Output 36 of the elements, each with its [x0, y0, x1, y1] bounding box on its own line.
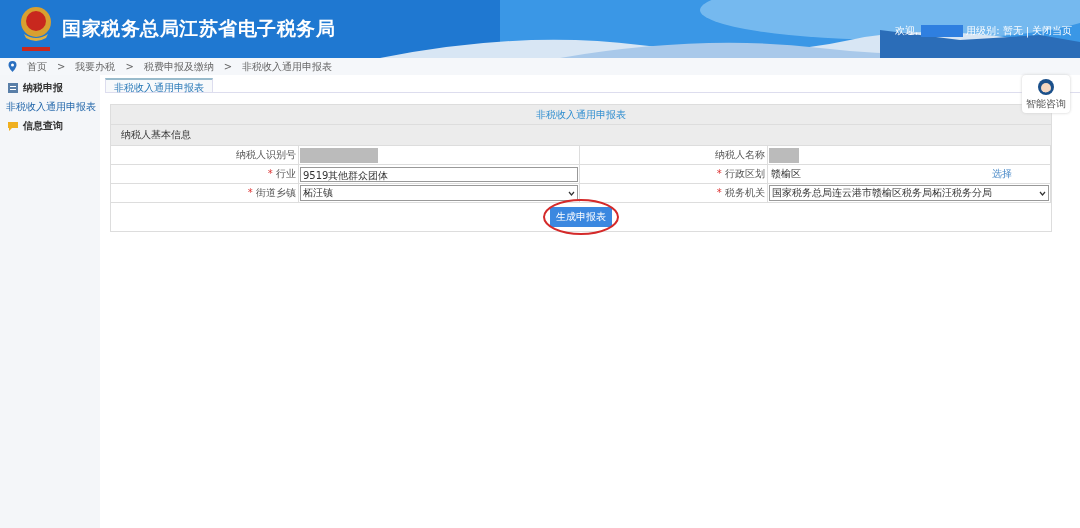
breadcrumb-separator: > [57, 61, 66, 72]
breadcrumb-separator: > [223, 61, 233, 72]
field-label: * 税务机关 [580, 184, 768, 202]
field-label: 纳税人识别号 [111, 146, 299, 164]
dropdown[interactable]: 柘汪镇 [300, 185, 578, 201]
user-level-value: 暂无 [1002, 24, 1023, 38]
field-label: * 行业 [111, 165, 299, 183]
input-field[interactable]: 9519其他群众团体 [300, 166, 578, 182]
section-header: 纳税人基本信息 [111, 125, 1051, 146]
list-icon [8, 83, 18, 93]
sidebar-item[interactable]: 信息查询 [0, 117, 100, 135]
user-level-label: 用级别: [966, 24, 1000, 38]
generate-report-button[interactable]: 生成申报表 [550, 207, 612, 227]
redacted-value [769, 147, 799, 163]
redacted-username [921, 25, 964, 37]
headset-icon [1037, 77, 1055, 96]
dropdown[interactable]: 国家税务总局连云港市赣榆区税务局柘汪税务分局 [769, 185, 1049, 201]
breadcrumb-separator: > [125, 61, 134, 72]
field-label: * 街道乡镇 [111, 184, 299, 202]
chevron-down-icon [568, 190, 575, 196]
field-value: 赣榆区 [770, 167, 801, 181]
breadcrumb-link[interactable]: 首页 [27, 59, 47, 74]
chevron-down-icon [1039, 190, 1046, 196]
select-link[interactable]: 选择 [992, 167, 1012, 181]
tab[interactable]: 非税收入通用申报表 [105, 78, 213, 92]
breadcrumb-link[interactable]: 税费申报及缴纳 [143, 59, 214, 74]
chat-icon [8, 121, 18, 131]
separator: | [1025, 25, 1029, 37]
breadcrumb-link[interactable]: 我要办税 [75, 59, 116, 74]
breadcrumb-link[interactable]: 非税收入通用申报表 [242, 59, 333, 74]
field-label: 纳税人名称 [580, 146, 768, 164]
field-label: * 行政区划 [580, 165, 768, 183]
sidebar-item[interactable]: 纳税申报 [0, 79, 100, 97]
site-title: 国家税务总局江苏省电子税务局 [62, 16, 335, 41]
sidebar-subitem[interactable]: 非税收入通用申报表 [0, 97, 100, 117]
location-pin-icon [8, 61, 17, 72]
